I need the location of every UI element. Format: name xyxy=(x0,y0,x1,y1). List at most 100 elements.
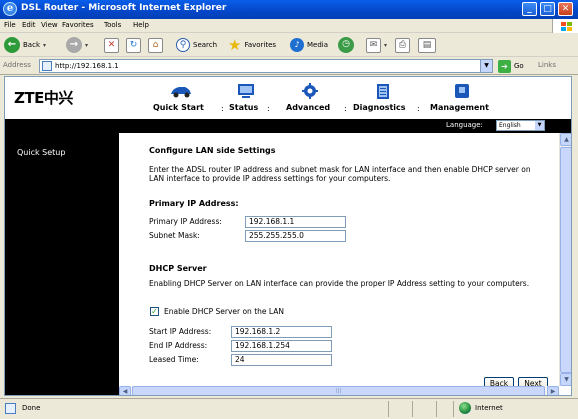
vertical-scrollbar[interactable]: ▲ ▼ xyxy=(559,133,571,386)
scroll-right-icon[interactable]: ▶ xyxy=(547,386,559,395)
chevron-down-icon: ▼ xyxy=(535,121,544,130)
status-text: Done xyxy=(22,404,41,412)
search-button[interactable]: ⚲ Search xyxy=(176,36,217,54)
leased-time-input[interactable]: 24 xyxy=(231,354,332,366)
favorites-button[interactable]: ★ Favorites xyxy=(228,36,276,54)
dhcp-description: Enabling DHCP Server on LAN interface ca… xyxy=(149,279,530,288)
minimize-button[interactable]: _ xyxy=(522,2,537,16)
edit-page-button[interactable]: ▤ xyxy=(418,36,436,54)
gear-icon xyxy=(302,83,318,99)
nav-advanced[interactable]: Advanced xyxy=(286,77,336,119)
windows-logo-icon xyxy=(552,19,578,33)
menu-edit[interactable]: Edit xyxy=(22,21,36,29)
enable-dhcp-label: Enable DHCP Server on the LAN xyxy=(164,307,284,316)
language-bar: Language: English ▼ xyxy=(5,119,571,133)
enable-dhcp-checkbox[interactable]: ✓ xyxy=(150,307,159,316)
chevron-down-icon: ▾ xyxy=(384,41,388,49)
links-button[interactable]: Links xyxy=(538,61,556,69)
history-button[interactable]: ◷ xyxy=(338,36,354,54)
end-ip-label: End IP Address: xyxy=(149,341,208,350)
mail-icon: ✉ xyxy=(366,37,381,53)
refresh-icon: ↻ xyxy=(126,37,141,53)
history-icon: ◷ xyxy=(338,37,354,53)
menu-favorites[interactable]: Favorites xyxy=(62,21,94,29)
stop-button[interactable]: ✕ xyxy=(104,36,119,54)
start-ip-input[interactable]: 192.168.1.2 xyxy=(231,326,332,338)
language-label: Language: xyxy=(446,121,483,129)
primary-ip-input[interactable]: 192.168.1.1 xyxy=(245,216,346,228)
scroll-down-icon[interactable]: ▼ xyxy=(560,373,571,386)
sidebar-item-quick-setup[interactable]: Quick Setup xyxy=(17,148,65,157)
chevron-down-icon: ▾ xyxy=(85,41,89,49)
forward-arrow-icon: → xyxy=(66,37,82,53)
forward-button[interactable]: → ▾ xyxy=(66,36,88,54)
ie-icon: e xyxy=(3,2,17,16)
nav-diagnostics[interactable]: Diagnostics xyxy=(353,77,413,119)
page-viewport: ZTE中兴 Quick Start : Status : Advanced: … xyxy=(4,76,572,396)
title-bar: e DSL Router - Microsoft Internet Explor… xyxy=(0,0,578,19)
stop-icon: ✕ xyxy=(104,37,119,53)
close-button[interactable]: ✕ xyxy=(558,2,573,16)
lan-settings-form: Configure LAN side Settings Enter the AD… xyxy=(149,133,559,395)
address-url: http://192.168.1.1 xyxy=(55,62,119,70)
management-icon xyxy=(455,84,469,98)
router-header: ZTE中兴 Quick Start : Status : Advanced: … xyxy=(5,77,571,119)
media-icon: ♪ xyxy=(290,38,304,52)
primary-ip-heading: Primary IP Address: xyxy=(149,199,239,208)
nav-quick-start[interactable]: Quick Start xyxy=(153,77,217,119)
menu-help[interactable]: Help xyxy=(133,21,149,29)
star-icon: ★ xyxy=(228,36,242,54)
nav-management[interactable]: Management xyxy=(430,77,496,119)
language-select[interactable]: English ▼ xyxy=(496,120,545,131)
search-icon: ⚲ xyxy=(176,38,190,52)
security-zone: Internet xyxy=(459,402,503,414)
refresh-button[interactable]: ↻ xyxy=(126,36,141,54)
end-ip-input[interactable]: 192.168.1.254 xyxy=(231,340,332,352)
address-label: Address xyxy=(3,61,31,69)
chevron-down-icon: ▾ xyxy=(43,41,47,49)
address-bar: Address http://192.168.1.1 ▼ ➔ Go Links xyxy=(0,57,578,75)
primary-ip-label: Primary IP Address: xyxy=(149,217,222,226)
toolbar: ← Back ▾ → ▾ ✕ ↻ ⌂ ⚲ Search ★ Favorites … xyxy=(0,33,578,57)
sidebar: Quick Setup xyxy=(5,133,119,395)
subnet-mask-label: Subnet Mask: xyxy=(149,231,200,240)
chevron-down-icon[interactable]: ▼ xyxy=(480,60,492,72)
monitor-icon xyxy=(238,84,254,98)
address-input[interactable]: http://192.168.1.1 ▼ xyxy=(39,59,493,73)
home-icon: ⌂ xyxy=(148,37,163,53)
print-icon: ⎙ xyxy=(395,37,410,53)
horizontal-scroll-thumb[interactable]: ||| xyxy=(132,386,545,395)
window-title: DSL Router - Microsoft Internet Explorer xyxy=(21,3,227,13)
subnet-mask-input[interactable]: 255.255.255.0 xyxy=(245,230,346,242)
internet-globe-icon xyxy=(459,402,471,414)
edit-icon: ▤ xyxy=(418,37,436,53)
scroll-up-icon[interactable]: ▲ xyxy=(560,133,571,146)
car-icon xyxy=(171,87,191,98)
menu-view[interactable]: View xyxy=(41,21,58,29)
back-arrow-icon: ← xyxy=(4,37,20,53)
start-ip-label: Start IP Address: xyxy=(149,327,212,336)
zte-logo: ZTE中兴 xyxy=(14,89,73,107)
nav-status[interactable]: Status xyxy=(229,77,263,119)
menu-file[interactable]: File xyxy=(4,21,16,29)
go-arrow-icon: ➔ xyxy=(498,59,511,73)
page-done-icon xyxy=(5,403,16,414)
go-button[interactable]: ➔ Go xyxy=(498,59,524,73)
media-button[interactable]: ♪ Media xyxy=(290,36,328,54)
lan-description: Enter the ADSL router IP address and sub… xyxy=(149,165,531,183)
menu-bar: File Edit View Favorites Tools Help xyxy=(0,19,578,33)
print-button[interactable]: ⎙ xyxy=(395,36,410,54)
clipboard-icon xyxy=(377,84,389,99)
maximize-button[interactable]: □ xyxy=(540,2,555,16)
page-icon xyxy=(42,61,52,71)
dhcp-heading: DHCP Server xyxy=(149,264,207,273)
home-button[interactable]: ⌂ xyxy=(148,36,163,54)
back-button[interactable]: ← Back ▾ xyxy=(4,36,46,54)
vertical-scroll-thumb[interactable] xyxy=(560,147,571,373)
horizontal-scrollbar[interactable]: ◀ ||| ▶ xyxy=(119,386,559,395)
scroll-left-icon[interactable]: ◀ xyxy=(119,386,131,395)
status-bar: Done Internet xyxy=(0,398,578,419)
leased-time-label: Leased Time: xyxy=(149,355,199,364)
menu-tools[interactable]: Tools xyxy=(104,21,121,29)
mail-button[interactable]: ✉ ▾ xyxy=(366,36,387,54)
